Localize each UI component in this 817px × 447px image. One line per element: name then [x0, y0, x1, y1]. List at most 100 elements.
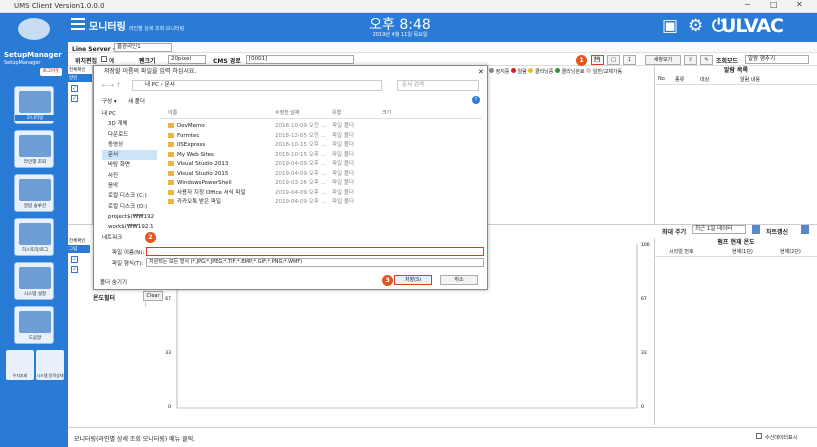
nav-item-pc[interactable]: 내 PC — [102, 109, 157, 119]
legend-dot-normal — [586, 68, 592, 73]
cancel-button[interactable]: 취소 — [440, 275, 478, 285]
new-folder-button[interactable]: 새 폴더 — [128, 97, 145, 105]
legend-dot-cleaning — [528, 68, 534, 73]
pump-temp-panel: 펌프 현재 온도 시리얼 번호 현재(1단) 현재(2단) — [654, 238, 817, 425]
col-size[interactable]: 크기 — [382, 109, 391, 116]
nav-item-3d[interactable]: 3D 개체 — [102, 119, 157, 129]
sidebar-item-alarm-solution[interactable]: 알람 솔루션 — [14, 174, 54, 212]
period-label: 최대 주기 — [662, 229, 687, 236]
dialog-close-icon[interactable]: ✕ — [478, 68, 484, 76]
refresh-icon[interactable] — [752, 225, 760, 234]
breadcrumb-documents[interactable]: 문서 — [165, 82, 175, 88]
file-row[interactable]: WindowsPowerShell 2019-03-26 오후 ... 파일 폴더 — [160, 179, 482, 189]
line-toolbar — [68, 42, 817, 53]
col-name[interactable]: 이름 — [168, 109, 177, 116]
sidebar-item-system-status[interactable]: 시스템 동작상태 — [36, 350, 64, 380]
col-type[interactable]: 유형 — [332, 109, 341, 116]
avatar — [18, 18, 50, 40]
breadcrumb-pc[interactable]: 내 PC — [145, 82, 159, 88]
new-window-button[interactable]: 새창보기 — [645, 55, 681, 65]
select-all-header[interactable]: 전체확인 — [68, 66, 92, 74]
line-server-select[interactable]: 울광라인1 — [114, 43, 172, 52]
grid-icon[interactable] — [801, 225, 809, 234]
chart-tab[interactable]: 그림 — [68, 245, 90, 253]
sidebar-item-line-view[interactable]: 라인별 조회 — [14, 130, 54, 168]
gear-icon[interactable]: ⚙ — [688, 16, 703, 36]
close-window-button[interactable]: ✕ — [796, 0, 803, 9]
row-checkbox[interactable]: ✓ — [71, 256, 78, 263]
folder-icon — [168, 180, 174, 185]
period-select[interactable]: 최근 1일 데이터 — [692, 225, 746, 234]
sidebar-item-value-query[interactable]: 수치조회 — [6, 350, 34, 380]
nav-item-videos[interactable]: 동영상 — [102, 140, 157, 150]
receive-data-checkbox[interactable] — [756, 433, 762, 439]
nav-item-project[interactable]: project$(₩₩192 — [102, 212, 157, 222]
file-row[interactable]: Visual Studio 2013 2019-04-09 오후 ... 파일 폴더 — [160, 160, 482, 170]
list-tab[interactable]: 알린 — [68, 74, 92, 82]
row-checkbox[interactable]: ✓ — [71, 95, 78, 102]
nav-item-disk-c[interactable]: 로컬 디스크 (C:) — [102, 191, 157, 201]
logout-button[interactable]: 로그아웃 — [40, 68, 62, 76]
folder-icon — [168, 151, 174, 157]
col-date[interactable]: 수정한 날짜 — [275, 109, 300, 116]
sidebar-item-history[interactable]: 히스토리/로그 — [14, 218, 54, 256]
nav-item-desktop[interactable]: 바탕 화면 — [102, 160, 157, 170]
file-row[interactable]: Formtec 2018-12-05 오전 ... 파일 폴더 — [160, 132, 482, 142]
receive-data-label: 수신데이터표시 — [765, 435, 798, 441]
pen-size-select[interactable]: 20pixel — [168, 55, 206, 64]
back-arrow-icon[interactable]: ← → ↑ — [102, 82, 121, 89]
file-row[interactable]: 카카오톡 받은 파일 2019-04-09 오후 ... 파일 폴더 — [160, 198, 482, 208]
address-bar[interactable]: 내 PC › 문서 — [132, 80, 382, 91]
edit-icon[interactable]: ✎ — [700, 55, 713, 65]
dialog-search-input[interactable]: 문서 검색 — [397, 80, 479, 91]
nav-item-work[interactable]: work$(₩₩192.1 — [102, 222, 157, 232]
nav-item-pictures[interactable]: 사진 — [102, 171, 157, 181]
sidebar-item-monitoring[interactable]: 모니터링 — [14, 86, 55, 124]
row-checkbox[interactable]: ✓ — [71, 85, 78, 92]
filetype-select[interactable]: 지원되는 모든 형식 (*.JPG;*.JPEG;*.TIF;*.BMP;*.G… — [146, 258, 484, 267]
hide-folders-button[interactable]: 폴더 숨기기 — [100, 278, 127, 286]
status-legend: 정지중 알람 클리닝중 클리닝완료 일반/교체가동 — [489, 68, 654, 76]
save-button[interactable]: 저장(S) — [394, 275, 432, 285]
file-list-header: 이름 수정한 날짜 유형 크기 — [160, 109, 482, 119]
row-checkbox[interactable]: ✓ — [71, 266, 78, 273]
menu-icon[interactable] — [71, 18, 85, 30]
position-edit-option: 예 — [109, 58, 115, 65]
temp-filter-label: 온도필터 — [93, 295, 116, 302]
file-row[interactable]: My Web Sites 2018-10-15 오후 ... 파일 폴더 — [160, 151, 482, 161]
nav-item-music[interactable]: 음악 — [102, 181, 157, 191]
folder-icon — [168, 189, 174, 195]
help-icon[interactable]: ? — [472, 96, 480, 104]
monitor-icon[interactable]: ▣ — [662, 16, 678, 36]
dialog-command-bar: 구성 ▾ 새 폴더 ? — [94, 95, 489, 107]
minimize-button[interactable]: ─ — [745, 0, 750, 9]
monitor-icon — [19, 91, 51, 113]
sidebar-item-system-settings[interactable]: 시스템 설정 — [14, 262, 54, 300]
view-mode-select[interactable]: 알람 행추기 — [745, 55, 809, 64]
filename-input[interactable] — [146, 247, 484, 256]
legend-dot-alarm — [511, 68, 516, 73]
legend-stopped: 정지중 — [495, 69, 510, 75]
dialog-title: 저장할 이름의 파일을 입력 하십시요. — [104, 68, 197, 75]
maximize-button[interactable]: □ — [770, 0, 778, 9]
folder-icon — [168, 123, 174, 128]
sidebar-item-help[interactable]: 도움말 — [14, 306, 54, 344]
cms-path-select[interactable]: [0001] — [246, 55, 354, 64]
file-row[interactable]: Visual Studio 2015 2019-04-09 오후 ... 파일 폴더 — [160, 170, 482, 180]
up-arrow-icon[interactable]: ⇧ — [684, 55, 697, 65]
nav-item-downloads[interactable]: 다운로드 — [102, 130, 157, 140]
organize-button[interactable]: 구성 ▾ — [102, 97, 117, 105]
save-icon[interactable]: 💾 — [591, 55, 604, 65]
export-icon[interactable]: ↧ — [623, 55, 636, 65]
chart-refresh-button[interactable]: 차트갱신 — [766, 227, 788, 236]
y-right-tick: 0 — [641, 404, 644, 410]
file-row[interactable]: 사용자 지정 Office 서식 파일 2019-04-09 오후 ... 파일 폴… — [160, 189, 482, 199]
col-stage1: 현재(1단) — [732, 249, 753, 255]
file-row[interactable]: DevMemo 2018-10-09 오전 ... 파일 폴더 — [160, 122, 482, 132]
file-row[interactable]: IISExpress 2018-10-15 오후 ... 파일 폴더 — [160, 141, 482, 151]
document-icon[interactable]: □ — [607, 55, 620, 65]
nav-item-documents[interactable]: 문서 — [102, 150, 157, 161]
step-marker-1: 1 — [576, 55, 587, 66]
position-edit-checkbox[interactable] — [101, 56, 107, 62]
nav-item-disk-d[interactable]: 로컬 디스크 (D:) — [102, 202, 157, 212]
